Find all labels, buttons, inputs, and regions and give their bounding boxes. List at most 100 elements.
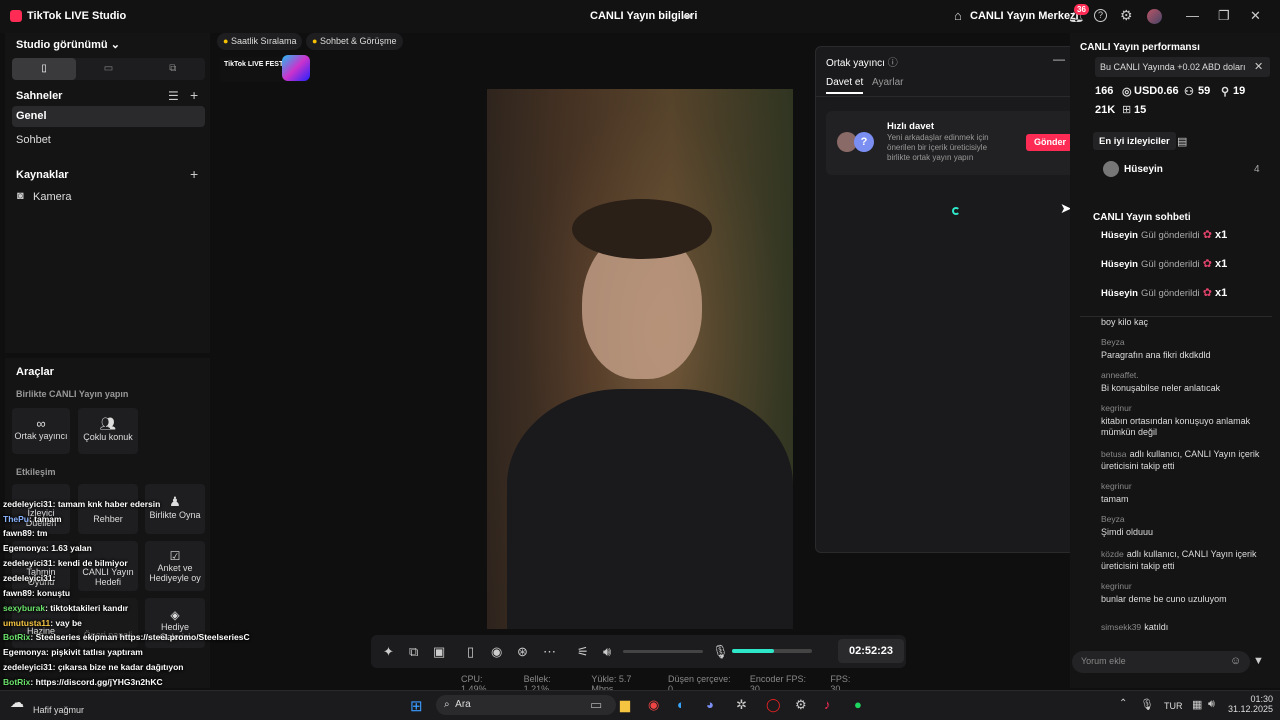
chat-user[interactable]: közde [1101, 549, 1124, 559]
minimize-icon[interactable]: — [1186, 8, 1199, 23]
add-scene-icon[interactable]: + [190, 87, 198, 103]
notification-badge: 36 [1074, 4, 1089, 15]
tiktok-icon[interactable]: ♪ [824, 697, 831, 712]
chat-user[interactable]: kegrinur [1101, 581, 1261, 591]
list-icon[interactable]: ☰ [168, 89, 179, 103]
camera-switch-icon[interactable]: ⊛ [517, 644, 528, 660]
video-preview[interactable] [487, 89, 793, 629]
discord-icon[interactable]: ◕ [706, 697, 714, 712]
top-viewers-tab[interactable]: En iyi izleyiciler [1093, 132, 1176, 150]
source-item-kamera[interactable]: Kamera [33, 191, 72, 203]
sliders-icon[interactable]: ⚟ [577, 644, 589, 660]
mic-icon[interactable]: 🎙︎ [1140, 698, 1154, 711]
edge-icon[interactable]: ◐ [677, 697, 685, 712]
tool-viewer-duels[interactable]: İzleyici Düelleri [12, 484, 70, 534]
close-icon[interactable]: ✕ [1250, 8, 1261, 24]
scene-item-genel[interactable]: Genel [12, 106, 205, 127]
tool-poll[interactable]: ☑ Anket ve Hediyeyle oy [145, 541, 205, 591]
language-indicator[interactable]: TUR [1164, 701, 1183, 711]
add-source-icon[interactable]: + [190, 166, 198, 182]
opera-icon[interactable]: ◯ [766, 697, 781, 713]
mic-level-slider[interactable] [732, 649, 812, 653]
chat-user[interactable]: betusa [1101, 449, 1127, 459]
app-icon[interactable]: ⚙ [795, 697, 807, 713]
tool-play-together[interactable]: ♟ Birlikte Oyna [145, 484, 205, 534]
send-icon[interactable]: ▼ [1253, 655, 1264, 667]
multi-guest-tool-button[interactable]: 👥︎ Çoklu konuk [78, 408, 138, 454]
mic-level-fill [732, 649, 775, 653]
perf-title: CANLI Yayın performansı [1080, 42, 1200, 53]
spotify-icon[interactable]: ● [854, 697, 862, 712]
screen-icon[interactable]: ▣ [433, 644, 445, 660]
steam-icon[interactable]: ✲ [736, 697, 747, 713]
overlay-username: fawn89 [3, 528, 32, 538]
send-button[interactable]: Gönder [1026, 134, 1074, 151]
home-icon[interactable]: ⌂ [954, 8, 962, 23]
effects-icon[interactable]: ⧉ [409, 644, 418, 660]
info-icon[interactable]: ⓘ [888, 58, 898, 69]
landscape-layout-icon[interactable]: ▭ [76, 58, 140, 80]
clock[interactable]: 01:30 31.12.2025 [1228, 694, 1273, 714]
split-layout-icon[interactable]: ⧉ [141, 58, 205, 80]
chat-user[interactable]: Beyza [1101, 514, 1261, 524]
app-title: TikTok LIVE Studio [27, 10, 127, 22]
cohost-popup: Ortak yayıncı ⓘ — ✕ Davet et Ayarlar ⌕ ?… [815, 46, 1092, 553]
folder-icon[interactable]: ▆ [620, 697, 630, 713]
tool-label: Anket ve Hediyeyle oy [149, 563, 201, 583]
close-icon[interactable]: ✕ [1254, 60, 1263, 73]
chrome-icon[interactable]: ◉ [648, 697, 659, 713]
live-center-button[interactable]: CANLI Yayın Merkezi [970, 10, 1079, 22]
minimize-icon[interactable]: — [1053, 52, 1065, 66]
tool-guide[interactable]: Rehber [78, 484, 138, 534]
avatar[interactable] [1147, 9, 1162, 24]
chat-user[interactable]: kegrinur [1101, 481, 1261, 491]
comment-input[interactable]: Yorum ekle [1072, 651, 1250, 673]
chat-user[interactable]: Beyza [1101, 337, 1261, 347]
restore-icon[interactable]: ❐ [1218, 8, 1230, 24]
mic-icon[interactable]: 🎙︎ [712, 644, 729, 660]
chat-user[interactable]: simsekk39 [1101, 622, 1141, 632]
tab-settings[interactable]: Ayarlar [872, 77, 904, 88]
speaker-icon[interactable]: 🔊︎ [1208, 698, 1215, 711]
share-icon[interactable]: ➦ [683, 9, 693, 23]
windows-start-icon[interactable]: ⊞ [410, 697, 423, 715]
chat-user[interactable]: kegrinur [1101, 403, 1261, 413]
clock-date: 31.12.2025 [1228, 704, 1274, 714]
network-icon[interactable]: ▦ [1192, 698, 1202, 711]
phone-icon[interactable]: ▯ [467, 644, 474, 660]
chat-text: tamam [1101, 494, 1129, 504]
studio-view-dropdown[interactable]: Studio görünümü ⌄ [16, 38, 120, 51]
emoji-icon[interactable]: ☺ [1230, 655, 1241, 667]
chevron-up-icon[interactable]: ⌃ [1119, 698, 1127, 709]
more-icon[interactable]: ⋯ [543, 644, 556, 660]
search-box[interactable]: ⌕ Ara [436, 695, 616, 715]
overlay-chat-line: BotRix: https://discord.gg/jYHG3n2hKC [3, 677, 163, 687]
volume-slider[interactable] [623, 650, 703, 653]
hourly-ranking-chip[interactable]: ● Saatlik Sıralama [217, 33, 303, 50]
chat-message: kegrinur tamam [1101, 481, 1261, 505]
portrait-layout-icon[interactable]: ▯ [12, 58, 77, 80]
scene-item-sohbet[interactable]: Sohbet [16, 134, 51, 146]
magic-icon[interactable]: ✦ [383, 644, 394, 660]
gear-icon[interactable]: ⚙ [1120, 7, 1133, 24]
speaker-icon[interactable]: 🔊︎ [603, 644, 611, 660]
top-viewer-name[interactable]: Hüseyin [1124, 164, 1163, 175]
chat-call-chip[interactable]: ● Sohbet & Görüşme [306, 33, 403, 50]
engage-title: Etkileşim [16, 467, 56, 477]
stat-gifts: 15 [1134, 104, 1147, 116]
record-icon[interactable]: ◉ [491, 644, 502, 660]
top-viewer-count: 4 [1254, 164, 1260, 175]
tab-invite[interactable]: Davet et [826, 77, 864, 94]
gift-sender[interactable]: Hüseyin [1101, 230, 1138, 241]
help-icon[interactable]: ? [1094, 9, 1107, 22]
stream-info-button[interactable]: CANLI Yayın bilgileri [590, 10, 697, 22]
list-icon[interactable]: ▤ [1177, 135, 1187, 148]
gift-sender[interactable]: Hüseyin [1101, 288, 1138, 299]
chat-user[interactable]: anneaffet. [1101, 370, 1261, 380]
gift-sender[interactable]: Hüseyin [1101, 259, 1138, 270]
task-view-icon[interactable]: ▭ [590, 697, 602, 713]
users-icon: ⚇ [1184, 86, 1194, 98]
cohost-tool-button[interactable]: ∞ Ortak yayıncı [12, 408, 70, 454]
overlay-message: : vay be [50, 618, 82, 628]
stat-likes: 21K [1095, 104, 1116, 116]
